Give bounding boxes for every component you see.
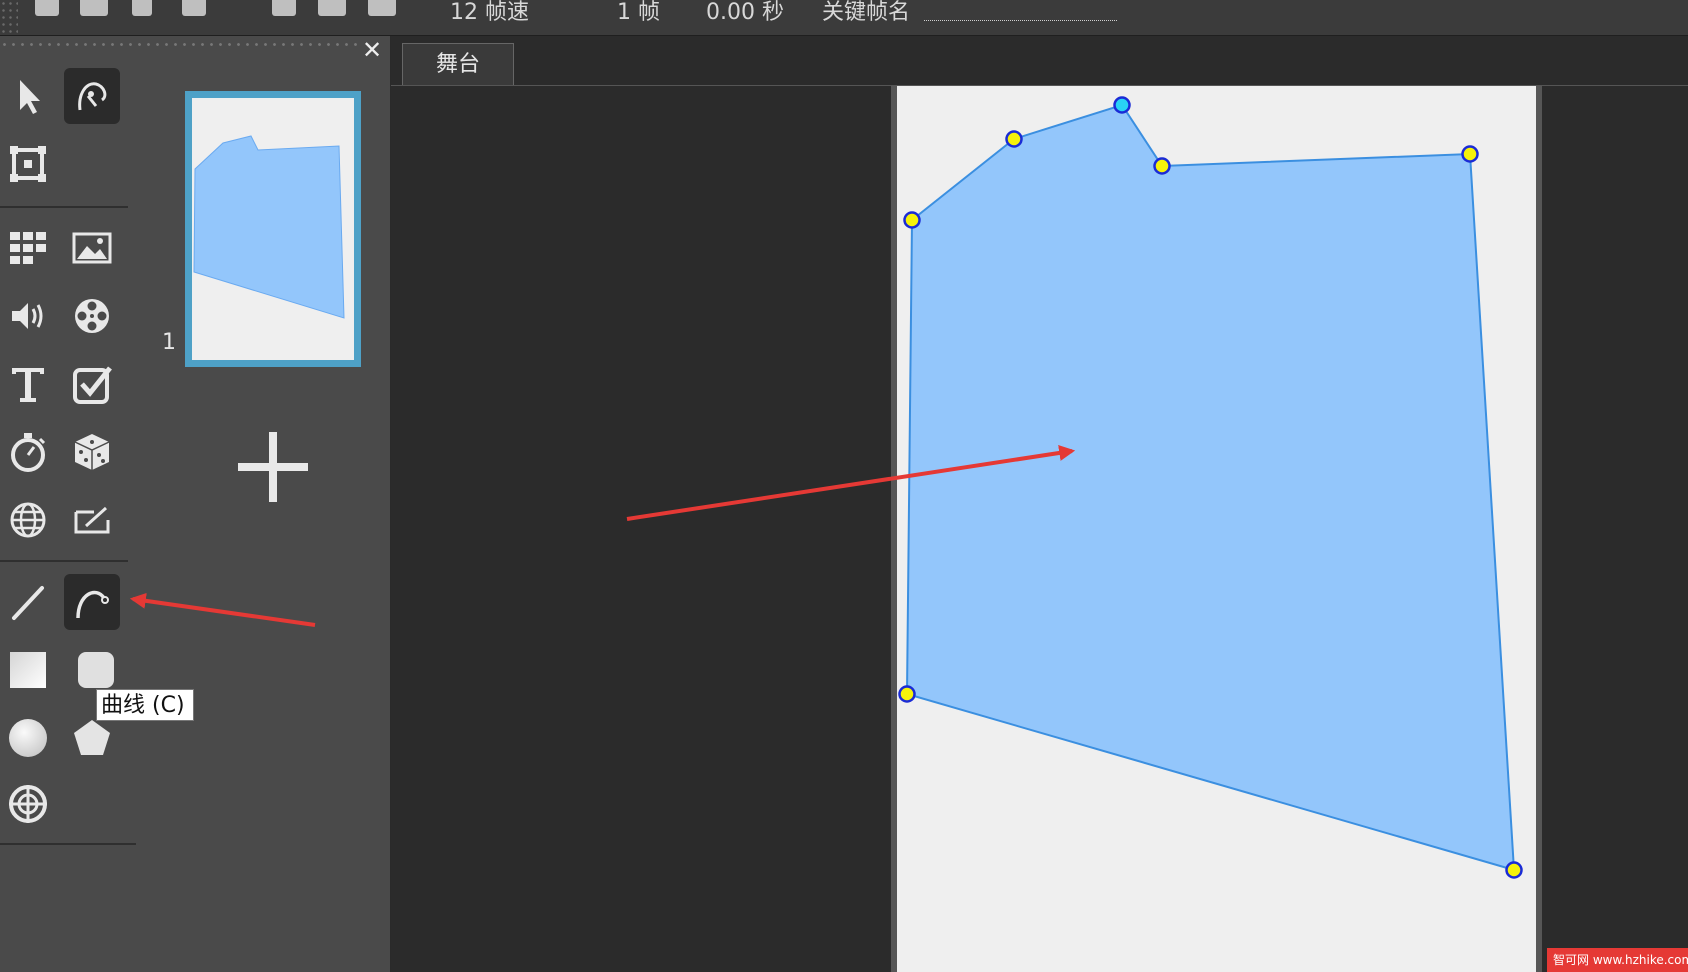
polygon-shape[interactable] (905, 103, 1516, 872)
vertex-handle-selected[interactable] (1113, 96, 1131, 114)
vertex-handle[interactable] (1005, 130, 1023, 148)
watermark: 智可网 www.hzhike.com (1547, 948, 1688, 972)
vertex-handle[interactable] (1153, 157, 1171, 175)
vertex-handle[interactable] (898, 685, 916, 703)
vertex-handle[interactable] (1461, 145, 1479, 163)
vertex-handle[interactable] (903, 211, 921, 229)
stage-overlay (129, 96, 1523, 879)
annotation-arrow (129, 592, 316, 627)
vertex-handle[interactable] (1505, 861, 1523, 879)
